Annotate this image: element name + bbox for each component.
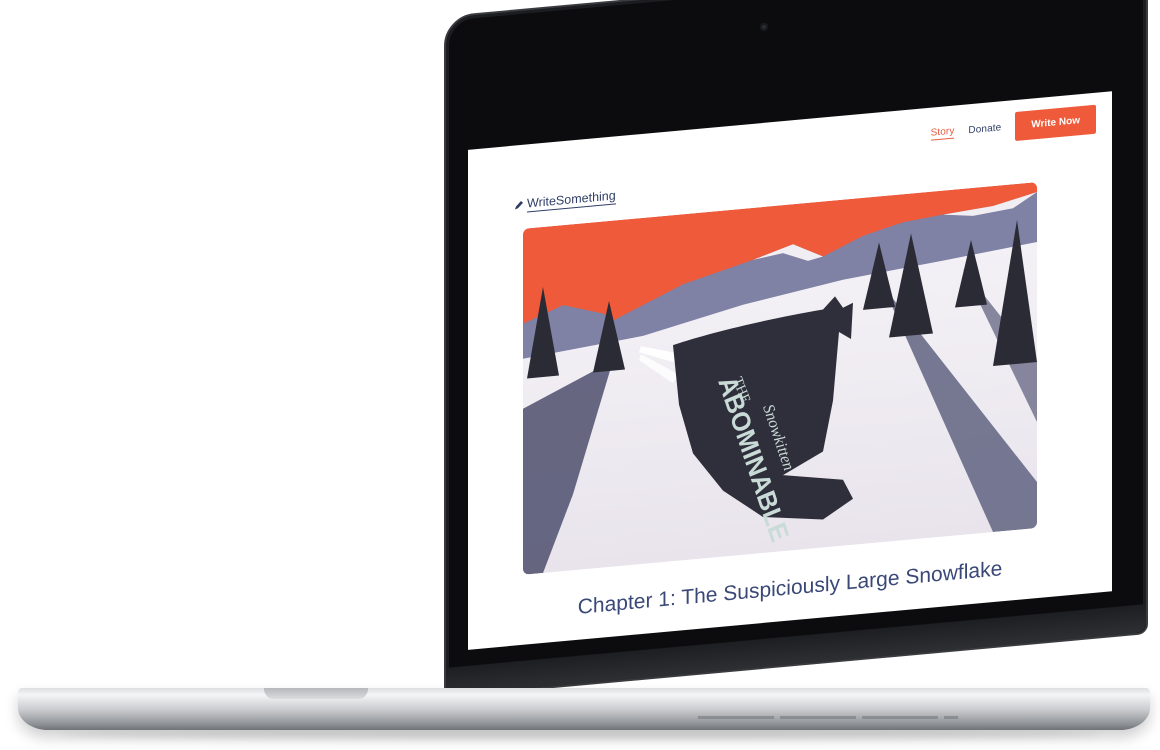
nav-link-story[interactable]: Story (930, 125, 955, 141)
base-vents (698, 716, 958, 719)
nav-link-donate[interactable]: Donate (968, 122, 1001, 136)
pen-icon (515, 200, 523, 210)
pencil-icon (639, 635, 647, 644)
laptop-screen: Story Donate Write Now WriteSomething TH… (468, 91, 1112, 650)
write-now-button[interactable]: Write Now (1015, 104, 1096, 142)
top-navigation: Story Donate Write Now (930, 104, 1096, 149)
laptop-lid: Story Donate Write Now WriteSomething TH… (444, 0, 1148, 699)
camera-dot (760, 22, 768, 32)
snowkitten-artwork: THE ABOMINABLE Snowkitten (523, 182, 1037, 575)
hero-illustration: THE ABOMINABLE Snowkitten (523, 182, 1037, 575)
site-logo-text: WriteSomething (527, 188, 616, 213)
active-chapter-label: Active Chapter (649, 628, 716, 646)
site-logo[interactable]: WriteSomething (514, 188, 616, 213)
lid-open-notch (264, 688, 368, 699)
laptop-base (18, 688, 1150, 730)
